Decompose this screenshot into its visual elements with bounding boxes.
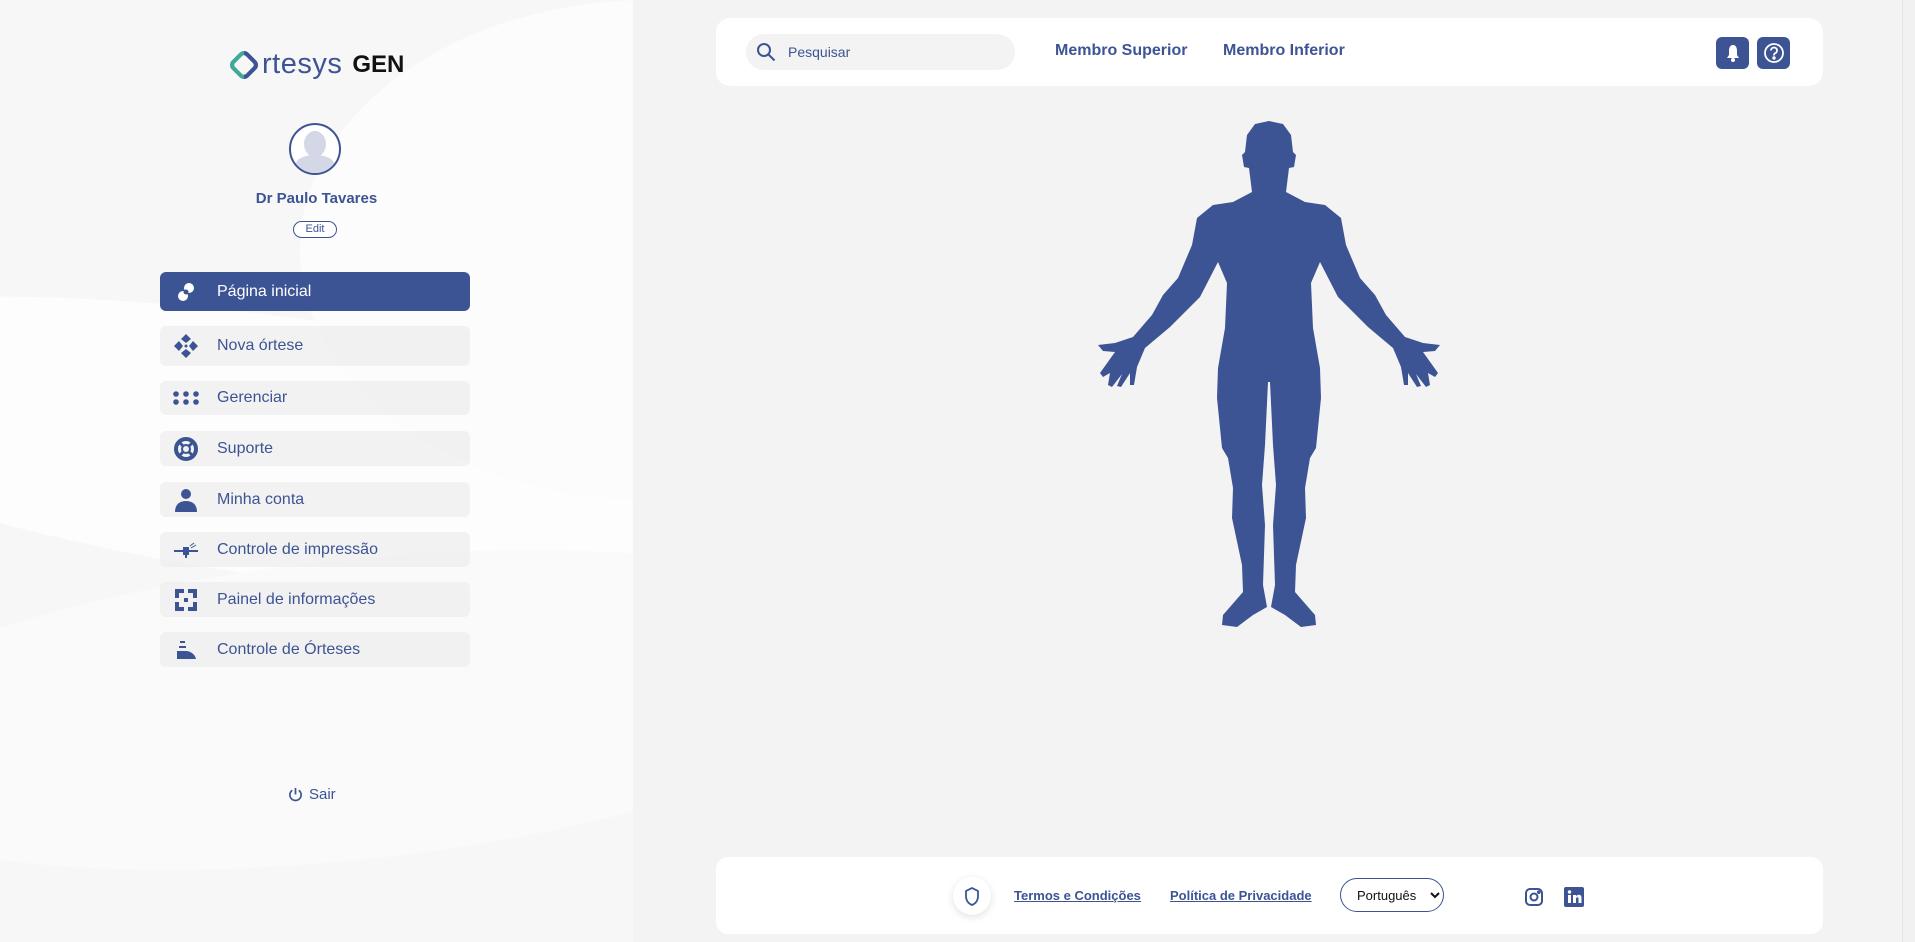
lifebuoy-icon [173, 436, 199, 461]
privacy-shield-button[interactable] [953, 877, 991, 915]
avatar [289, 123, 341, 175]
user-name: Dr Paulo Tavares [255, 190, 378, 207]
dots-grid-icon [173, 390, 199, 406]
sidebar-item-label: Controle de impressão [217, 540, 378, 558]
privacy-link[interactable]: Política de Privacidade [1170, 888, 1312, 903]
foot-orthosis-icon [173, 639, 199, 661]
sidebar-item-controle-orteses[interactable]: Controle de Órteses [160, 632, 470, 667]
sidebar-item-pagina-inicial[interactable]: Página inicial [160, 272, 470, 311]
logo-suffix: GEN [352, 50, 405, 78]
body-map[interactable] [1090, 115, 1450, 685]
instagram-icon[interactable] [1524, 887, 1544, 907]
nav-membro-superior[interactable]: Membro Superior [1055, 42, 1187, 60]
sidebar-item-nova-ortese[interactable]: Nova órtese [160, 326, 470, 366]
human-body-silhouette[interactable] [1098, 121, 1440, 627]
help-icon [1763, 43, 1784, 63]
printer-nozzle-icon [173, 540, 199, 560]
top-bar: Membro Superior Membro Inferior [716, 18, 1823, 86]
search-box[interactable] [746, 34, 1015, 70]
sidebar-item-gerenciar[interactable]: Gerenciar [160, 381, 470, 415]
sidebar-item-suporte[interactable]: Suporte [160, 431, 470, 466]
sidebar-item-label: Nova órtese [217, 337, 304, 354]
terms-link[interactable]: Termos e Condições [1014, 888, 1141, 903]
help-button[interactable] [1757, 37, 1790, 69]
bandage-icon [173, 281, 199, 303]
dashboard-icon [173, 588, 199, 611]
sidebar-item-label: Controle de Órteses [217, 640, 361, 658]
sidebar-item-label: Painel de informações [217, 590, 376, 608]
search-icon [757, 43, 776, 62]
nav-membro-inferior[interactable]: Membro Inferior [1223, 42, 1345, 60]
sidebar-item-painel-informacoes[interactable]: Painel de informações [160, 582, 470, 617]
linkedin-icon[interactable] [1564, 887, 1584, 907]
diamond-arrows-icon [173, 333, 199, 359]
bell-icon [1726, 45, 1739, 62]
footer: Termos e Condições Política de Privacida… [716, 857, 1823, 934]
sidebar-item-label: Minha conta [217, 490, 305, 508]
sidebar: rtesys GEN Dr Paulo Tavares Edit Página … [0, 0, 633, 942]
sidebar-item-label: Página inicial [217, 282, 312, 300]
edit-profile-button[interactable]: Edit [293, 221, 337, 238]
logo-hexagon-icon [227, 47, 261, 82]
sidebar-item-controle-impressao[interactable]: Controle de impressão [160, 532, 470, 567]
scrollbar[interactable] [1902, 0, 1915, 942]
logo[interactable]: rtesys GEN [227, 47, 405, 82]
logout-label: Sair [309, 786, 336, 803]
sidebar-item-label: Gerenciar [217, 389, 288, 406]
sidebar-item-minha-conta[interactable]: Minha conta [160, 482, 470, 517]
sidebar-item-label: Suporte [217, 439, 274, 457]
language-select[interactable]: Português [1340, 878, 1444, 912]
logout-button[interactable]: Sair [288, 786, 336, 803]
power-icon [289, 787, 302, 802]
shield-icon [965, 886, 979, 906]
user-icon [173, 488, 199, 512]
logo-text: rtesys [262, 48, 343, 80]
search-input[interactable] [788, 44, 988, 60]
notifications-button[interactable] [1716, 37, 1749, 69]
